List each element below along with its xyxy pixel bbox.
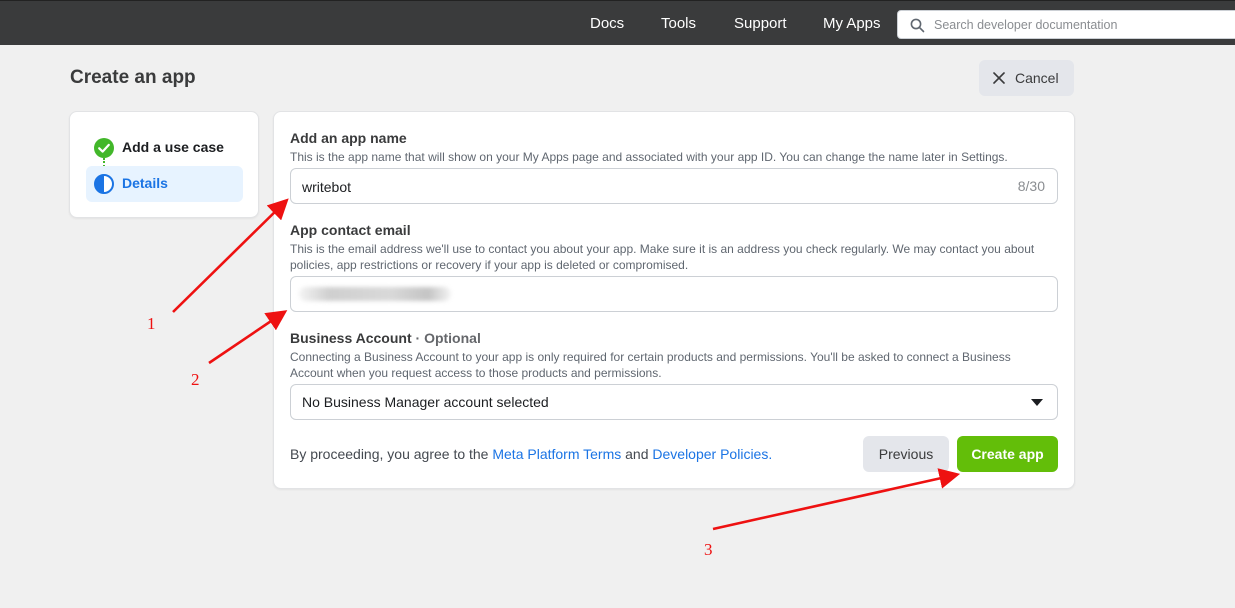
annotation-arrow-3	[712, 468, 961, 531]
annotation-label-3: 3	[704, 540, 713, 559]
annotation-label-1: 1	[147, 314, 156, 333]
annotation-arrows	[172, 198, 961, 531]
annotation-label-2: 2	[191, 370, 200, 389]
annotation-arrow-1	[172, 198, 289, 313]
annotation-arrow-2	[208, 310, 288, 365]
